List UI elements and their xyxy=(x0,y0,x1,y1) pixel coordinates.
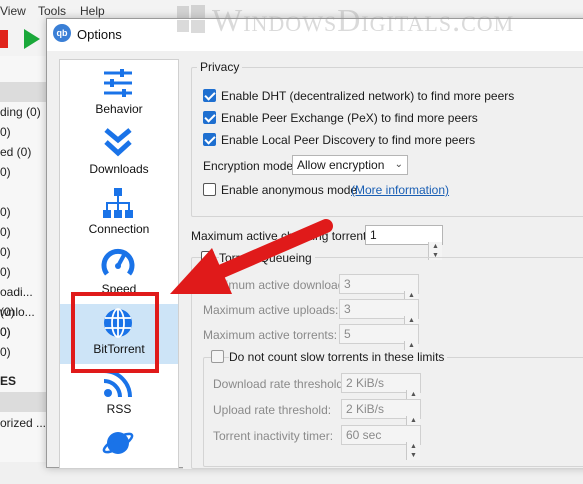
lpd-checkbox[interactable] xyxy=(203,133,216,146)
slow-torrents-label: Do not count slow torrents in these limi… xyxy=(229,350,448,364)
nav-label: Connection xyxy=(88,222,150,236)
nav-item-rss[interactable]: RSS xyxy=(60,364,178,424)
menu-help[interactable]: Help xyxy=(80,4,105,18)
ul-threshold-label: Upload rate threshold: xyxy=(213,403,332,417)
sidebar-item[interactable]: 0) xyxy=(0,205,46,219)
nav-item-webui[interactable] xyxy=(60,424,178,484)
max-downloads-label: Maximum active downloads: xyxy=(203,278,354,292)
checking-label: Maximum active checking torrents: xyxy=(191,229,376,243)
nav-label: Downloads xyxy=(89,162,149,176)
dht-checkbox[interactable] xyxy=(203,89,216,102)
max-uploads-value: 3 xyxy=(344,302,351,316)
sidebar-header xyxy=(0,82,46,102)
lpd-label: Enable Local Peer Discovery to find more… xyxy=(221,133,476,147)
slow-torrents-checkbox[interactable] xyxy=(211,350,224,363)
chevron-down-icon xyxy=(104,128,132,157)
options-content: Privacy Enable DHT (decentralized networ… xyxy=(183,59,583,469)
dialog-title: Options xyxy=(77,27,122,42)
nav-label: RSS xyxy=(106,402,132,416)
sidebar-item[interactable]: 0) xyxy=(0,345,46,359)
sidebar-item[interactable]: 0) xyxy=(0,325,46,339)
watermark-text: WindowsDigitals.com xyxy=(212,2,515,38)
bittorrent-highlight-box xyxy=(71,292,159,373)
sidebar-item[interactable]: 0) xyxy=(0,265,46,279)
sidebar-item[interactable]: oadi... xyxy=(0,285,46,299)
max-downloads-spinbox[interactable]: 3 ▲▼ xyxy=(339,274,419,309)
sidebar-item[interactable]: 0) xyxy=(0,245,46,259)
planet-icon xyxy=(102,432,134,454)
dl-threshold-spinbox[interactable]: 2 KiB/s ▲▼ xyxy=(341,373,421,408)
max-uploads-spinbox[interactable]: 3 ▲▼ xyxy=(339,299,419,334)
anonymous-label: Enable anonymous mode xyxy=(221,183,358,197)
pex-label: Enable Peer Exchange (PeX) to find more … xyxy=(221,111,478,125)
menu-view[interactable]: View xyxy=(0,4,26,18)
sidebar-item[interactable]: 0) xyxy=(0,225,46,239)
dl-threshold-value: 2 KiB/s xyxy=(346,376,385,390)
more-info-link[interactable]: (More information) xyxy=(351,183,449,197)
pex-checkbox[interactable] xyxy=(203,111,216,124)
sidebar-item[interactable]: 0) xyxy=(0,165,46,179)
sidebar-item[interactable]: ding (0) xyxy=(0,105,46,119)
menu-tools[interactable]: Tools xyxy=(38,4,66,18)
max-uploads-label: Maximum active uploads: xyxy=(203,303,339,317)
main-toolbar xyxy=(0,22,50,56)
inactivity-label: Torrent inactivity timer: xyxy=(213,429,334,443)
ul-threshold-spinbox[interactable]: 2 KiB/s ▲▼ xyxy=(341,399,421,434)
sidebar-item[interactable]: (0) xyxy=(0,305,46,319)
checking-spinbox[interactable]: 1 ▲ ▼ xyxy=(365,225,443,260)
max-torrents-value: 5 xyxy=(344,327,351,341)
main-sidebar: ding (0) 0) ed (0) 0) 0) 0) 0) 0) oadi..… xyxy=(0,56,46,462)
nav-item-behavior[interactable]: Behavior xyxy=(60,64,178,124)
encryption-label: Encryption mode: xyxy=(203,159,297,173)
dht-label: Enable DHT (decentralized network) to fi… xyxy=(221,89,515,103)
sidebar-item[interactable]: 0) xyxy=(0,125,46,139)
max-torrents-spinbox[interactable]: 5 ▲▼ xyxy=(339,324,419,359)
ul-threshold-value: 2 KiB/s xyxy=(346,402,385,416)
windows-logo-icon xyxy=(177,5,205,33)
encryption-value: Allow encryption xyxy=(297,158,385,172)
dl-threshold-label: Download rate threshold: xyxy=(213,377,347,391)
nav-item-connection[interactable]: Connection xyxy=(60,184,178,244)
chevron-down-icon: ⌄ xyxy=(394,159,403,170)
sidebar-item[interactable]: ed (0) xyxy=(0,145,46,159)
max-downloads-value: 3 xyxy=(344,277,351,291)
queueing-checkbox[interactable] xyxy=(201,251,214,264)
sidebar-item[interactable]: orized ... xyxy=(0,416,46,430)
qbittorrent-logo-icon: qb xyxy=(53,24,71,42)
options-nav: Behavior Downloads Connection Speed BitT… xyxy=(59,59,179,469)
privacy-group-title: Privacy xyxy=(197,60,243,74)
sliders-icon xyxy=(104,69,132,97)
spin-arrows-icon[interactable]: ▲▼ xyxy=(406,442,420,460)
network-icon xyxy=(103,188,133,218)
gauge-icon xyxy=(101,248,135,276)
inactivity-spinbox[interactable]: 60 sec ▲ ▼ xyxy=(341,425,421,460)
encryption-select[interactable]: Allow encryption ⌄ xyxy=(292,155,408,175)
nav-item-downloads[interactable]: Downloads xyxy=(60,124,178,184)
sidebar-section-label: ES xyxy=(0,374,17,388)
inactivity-value: 60 sec xyxy=(346,428,382,442)
delete-icon[interactable] xyxy=(0,30,8,48)
nav-label: Behavior xyxy=(95,102,143,116)
sidebar-header xyxy=(0,392,46,412)
play-icon[interactable] xyxy=(24,29,40,49)
max-torrents-label: Maximum active torrents: xyxy=(203,328,338,342)
checking-value: 1 xyxy=(370,228,377,242)
queueing-title: Torrent Queueing xyxy=(219,251,315,265)
options-dialog: qb Options Behavior Downloads Connection xyxy=(46,18,583,469)
anonymous-checkbox[interactable] xyxy=(203,183,216,196)
